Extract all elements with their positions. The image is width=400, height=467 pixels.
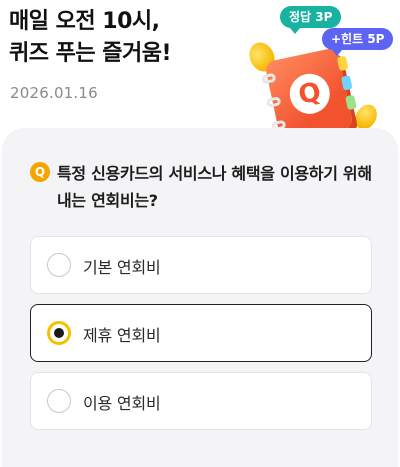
radio-selected-icon[interactable] bbox=[47, 321, 71, 345]
question-badge-icon: Q bbox=[30, 162, 50, 182]
answer-option-1[interactable]: 기본 연회비 bbox=[30, 236, 372, 294]
answer-option-3[interactable]: 이용 연회비 bbox=[30, 372, 372, 430]
quiz-header: 매일 오전 10시, 퀴즈 푸는 즐거움! 2026.01.16 Q 정답 3P… bbox=[0, 0, 400, 143]
hint-points-badge: +힌트 5P bbox=[322, 28, 394, 56]
page-title: 매일 오전 10시, 퀴즈 푸는 즐거움! bbox=[9, 6, 239, 70]
title-line-1: 매일 오전 10시, bbox=[9, 9, 160, 34]
radio-icon[interactable] bbox=[47, 389, 71, 413]
question-text: 특정 신용카드의 서비스나 혜택을 이용하기 위해 내는 연회비는? bbox=[57, 164, 372, 210]
quiz-date: 2026.01.16 bbox=[10, 84, 98, 102]
answer-points-badge: 정답 3P bbox=[280, 6, 342, 34]
answer-option-label: 이용 연회비 bbox=[83, 394, 161, 413]
answer-option-label: 기본 연회비 bbox=[83, 258, 161, 277]
answer-option-label: 제휴 연회비 bbox=[83, 326, 161, 345]
answer-option-2[interactable]: 제휴 연회비 bbox=[30, 304, 372, 362]
book-q-letter: Q bbox=[286, 70, 334, 118]
quiz-question: Q 특정 신용카드의 서비스나 혜택을 이용하기 위해 내는 연회비는? bbox=[30, 160, 380, 214]
radio-icon[interactable] bbox=[47, 253, 71, 277]
title-line-2: 퀴즈 푸는 즐거움! bbox=[9, 41, 172, 66]
